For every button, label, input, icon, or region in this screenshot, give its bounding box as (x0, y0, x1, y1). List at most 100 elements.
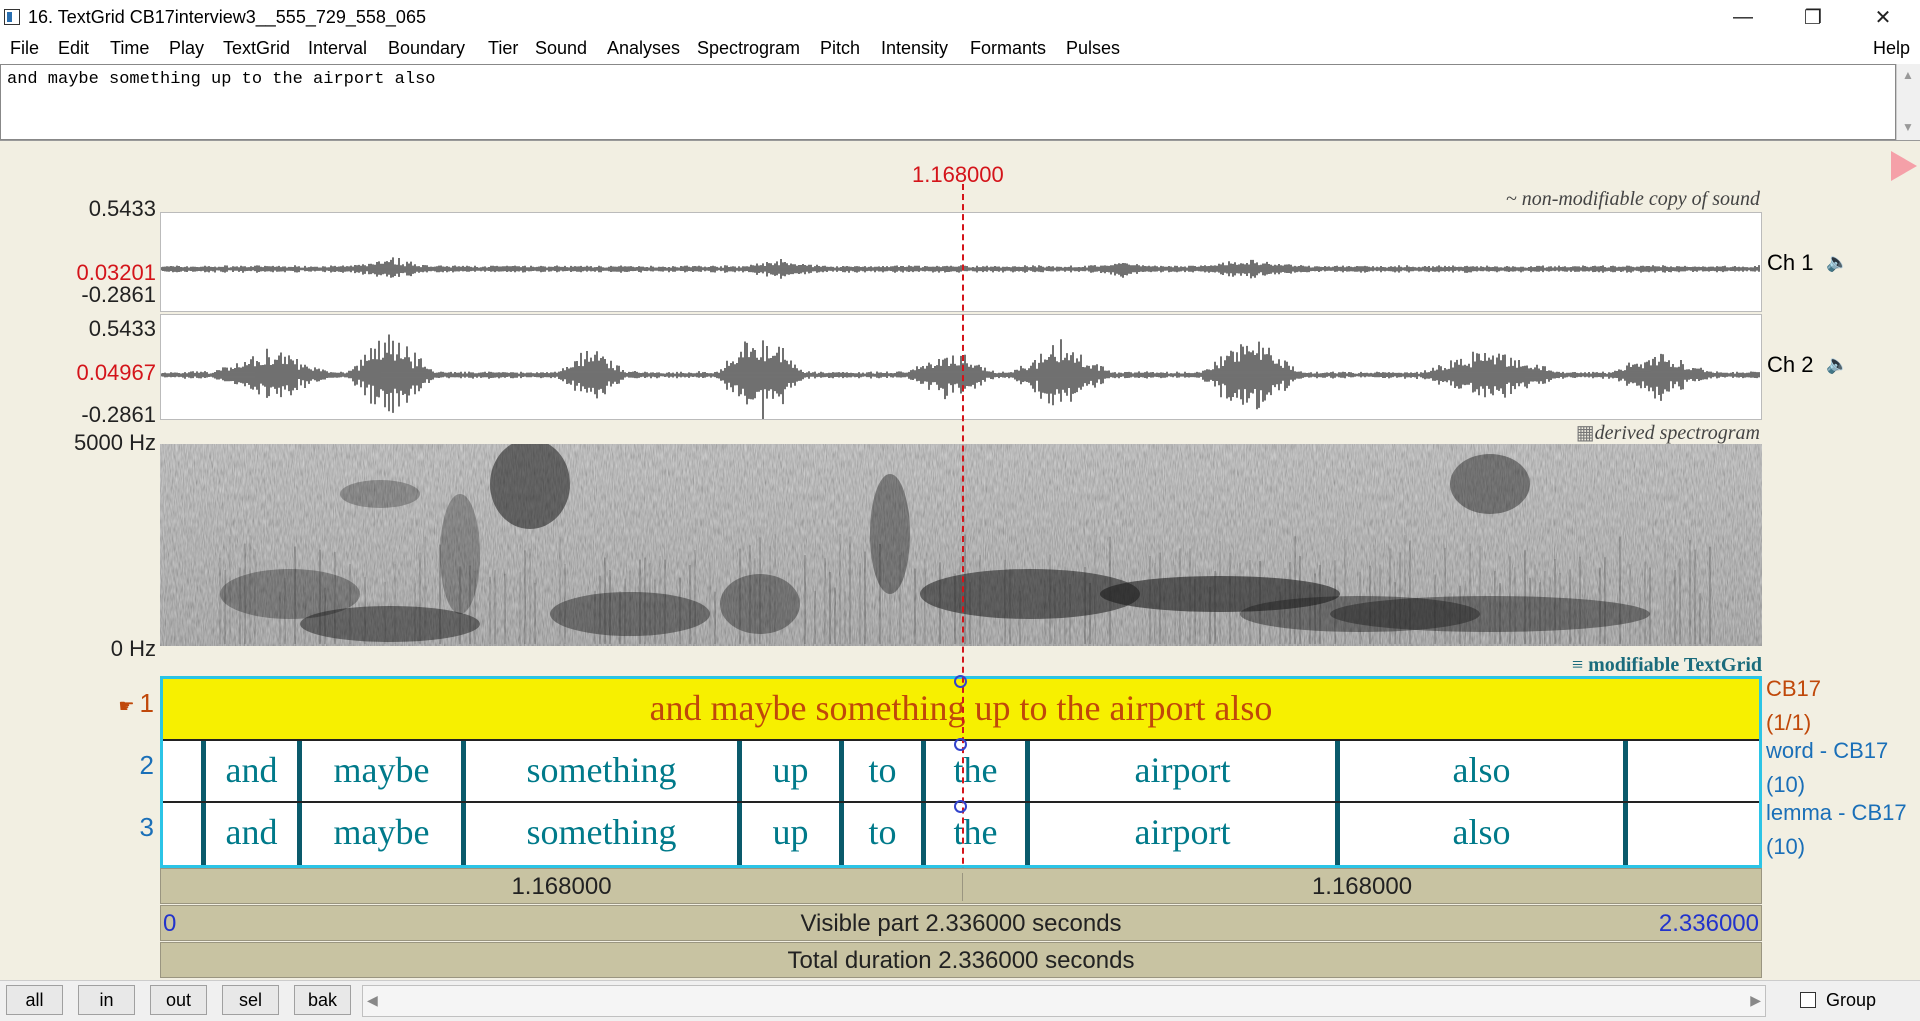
tier2-word[interactable]: something (466, 749, 737, 791)
tier3-lemma[interactable]: also (1340, 811, 1623, 853)
scroll-down-icon[interactable]: ▼ (1902, 120, 1914, 134)
cursor-line (962, 184, 964, 904)
tier3-lemma[interactable]: up (742, 811, 839, 853)
textgrid-note-text: modifiable TextGrid (1588, 654, 1762, 676)
app-icon (4, 9, 20, 25)
group-checkbox[interactable] (1800, 992, 1816, 1008)
spectrogram-panel[interactable] (160, 444, 1762, 646)
visible-part-bar[interactable]: 0 Visible part 2.336000 seconds 2.336000 (160, 905, 1762, 941)
ch2-label: Ch 2 (1767, 352, 1814, 377)
tier1-cursor-circle-icon[interactable] (954, 675, 967, 688)
tier2-name: word - CB17 (1766, 738, 1889, 763)
tier2-word[interactable]: maybe (302, 749, 461, 791)
menu-boundary[interactable]: Boundary (388, 38, 465, 59)
tier3-lemma[interactable]: and (206, 811, 297, 853)
tier2-word[interactable]: also (1340, 749, 1623, 791)
tier3-lemma[interactable]: something (466, 811, 737, 853)
menu-tier[interactable]: Tier (488, 38, 518, 59)
menu-textgrid[interactable]: TextGrid (223, 38, 290, 59)
menu-help[interactable]: Help (1873, 38, 1910, 59)
ch1-wave-svg (161, 257, 1760, 279)
menu-formants[interactable]: Formants (970, 38, 1046, 59)
ch2-top-value: 0.5433 (88, 316, 156, 341)
group-label: Group (1826, 990, 1877, 1010)
tier1-number[interactable]: ☛ 1 (100, 688, 154, 719)
minimize-icon[interactable]: — (1716, 0, 1770, 34)
tier3-lemma[interactable]: airport (1030, 811, 1335, 853)
menu-file[interactable]: File (10, 38, 39, 59)
bottom-bar: all in out sel bak ◀ ▶ Group (0, 980, 1920, 1021)
total-duration-label: Total duration 2.336000 seconds (787, 947, 1135, 974)
menu-pulses[interactable]: Pulses (1066, 38, 1120, 59)
menu-time[interactable]: Time (110, 38, 149, 59)
interval-text-field[interactable]: and maybe something up to the airport al… (0, 64, 1896, 140)
restore-icon[interactable]: ❐ (1786, 0, 1840, 34)
ch1-label: Ch 1 (1767, 250, 1814, 275)
scroll-up-icon[interactable]: ▲ (1902, 68, 1914, 82)
total-duration-bar[interactable]: Total duration 2.336000 seconds (160, 942, 1762, 978)
ch2-speaker-icon[interactable]: 🔈 (1826, 354, 1848, 375)
tier3-number[interactable]: 3 (100, 812, 154, 843)
menu-spectrogram[interactable]: Spectrogram (697, 38, 800, 59)
spectral-energy (870, 474, 910, 594)
ch2-wave-svg (161, 334, 1760, 419)
waveform-path (161, 257, 1760, 279)
play-triangle-icon[interactable] (1891, 151, 1917, 181)
ch1-waveform[interactable] (160, 212, 1762, 312)
ch1-bottom-value: -0.2861 (81, 282, 156, 307)
ch1-speaker-icon[interactable]: 🔈 (1826, 252, 1848, 273)
zoom-selection-button[interactable]: sel (222, 985, 279, 1015)
zoom-back-button[interactable]: bak (294, 985, 351, 1015)
tier1-name: CB17 (1766, 676, 1822, 701)
close-icon[interactable]: ✕ (1856, 0, 1910, 34)
tier1-interval-text[interactable]: and maybe something up to the airport al… (163, 687, 1759, 729)
menu-pitch[interactable]: Pitch (820, 38, 860, 59)
zoom-in-button[interactable]: in (78, 985, 135, 1015)
zoom-out-button[interactable]: out (150, 985, 207, 1015)
tier2-word[interactable]: and (206, 749, 297, 791)
visible-end: 2.336000 (1658, 910, 1759, 937)
menu-edit[interactable]: Edit (58, 38, 89, 59)
time-scrollbar[interactable]: ◀ ▶ (362, 985, 1766, 1017)
textgrid-note: ≡ modifiable TextGrid (1536, 654, 1762, 677)
text-scrollbar[interactable]: ▲ ▼ (1896, 64, 1920, 140)
tier3-lemma[interactable]: the (926, 811, 1025, 853)
menu-sound[interactable]: Sound (535, 38, 587, 59)
tier3-lemma[interactable]: maybe (302, 811, 461, 853)
menu-intensity[interactable]: Intensity (881, 38, 948, 59)
tier3-cursor-circle-icon[interactable] (954, 800, 967, 813)
menu-play[interactable]: Play (169, 38, 204, 59)
spectrogram-note-text: derived spectrogram (1594, 422, 1760, 444)
textgrid-tiers[interactable]: and maybe something up to the airport al… (160, 676, 1762, 868)
tier3-count: (10) (1766, 834, 1806, 859)
title-bar: 16. TextGrid CB17interview3__555_729_558… (0, 0, 1920, 34)
time-left-segment[interactable]: 1.168000 (161, 873, 963, 901)
tier1-number-text: 1 (139, 688, 154, 718)
time-right-segment[interactable]: 1.168000 (963, 873, 1761, 901)
menu-interval[interactable]: Interval (308, 38, 367, 59)
boundary[interactable] (1623, 803, 1628, 865)
boundary[interactable] (1623, 741, 1628, 801)
tier2-word[interactable]: airport (1030, 749, 1335, 791)
scroll-right-icon[interactable]: ▶ (1750, 992, 1761, 1009)
spectral-energy (300, 606, 480, 642)
all-button[interactable]: all (6, 985, 63, 1015)
menu-analyses[interactable]: Analyses (607, 38, 680, 59)
tier1-count: (1/1) (1766, 710, 1812, 735)
tier-1[interactable]: and maybe something up to the airport al… (163, 679, 1759, 741)
ch2-waveform[interactable] (160, 314, 1762, 420)
textgrid-icon: ≡ (1571, 654, 1589, 676)
tier2-word[interactable]: up (742, 749, 839, 791)
spectral-energy (1450, 454, 1530, 514)
scroll-left-icon[interactable]: ◀ (367, 992, 378, 1009)
sound-note: ~ non-modifiable copy of sound (1505, 188, 1760, 210)
spectrogram-note: ▦derived spectrogram (1536, 420, 1760, 445)
spectrogram-svg (160, 444, 1762, 646)
spectrogram-top-label: 5000 Hz (74, 430, 156, 455)
tier2-word[interactable]: to (844, 749, 921, 791)
tier2-number[interactable]: 2 (100, 750, 154, 781)
tier3-lemma[interactable]: to (844, 811, 921, 853)
selection-time-bar[interactable]: 1.168000 1.168000 (160, 868, 1762, 904)
tier2-word[interactable]: the (926, 749, 1025, 791)
tier2-cursor-circle-icon[interactable] (954, 738, 967, 751)
